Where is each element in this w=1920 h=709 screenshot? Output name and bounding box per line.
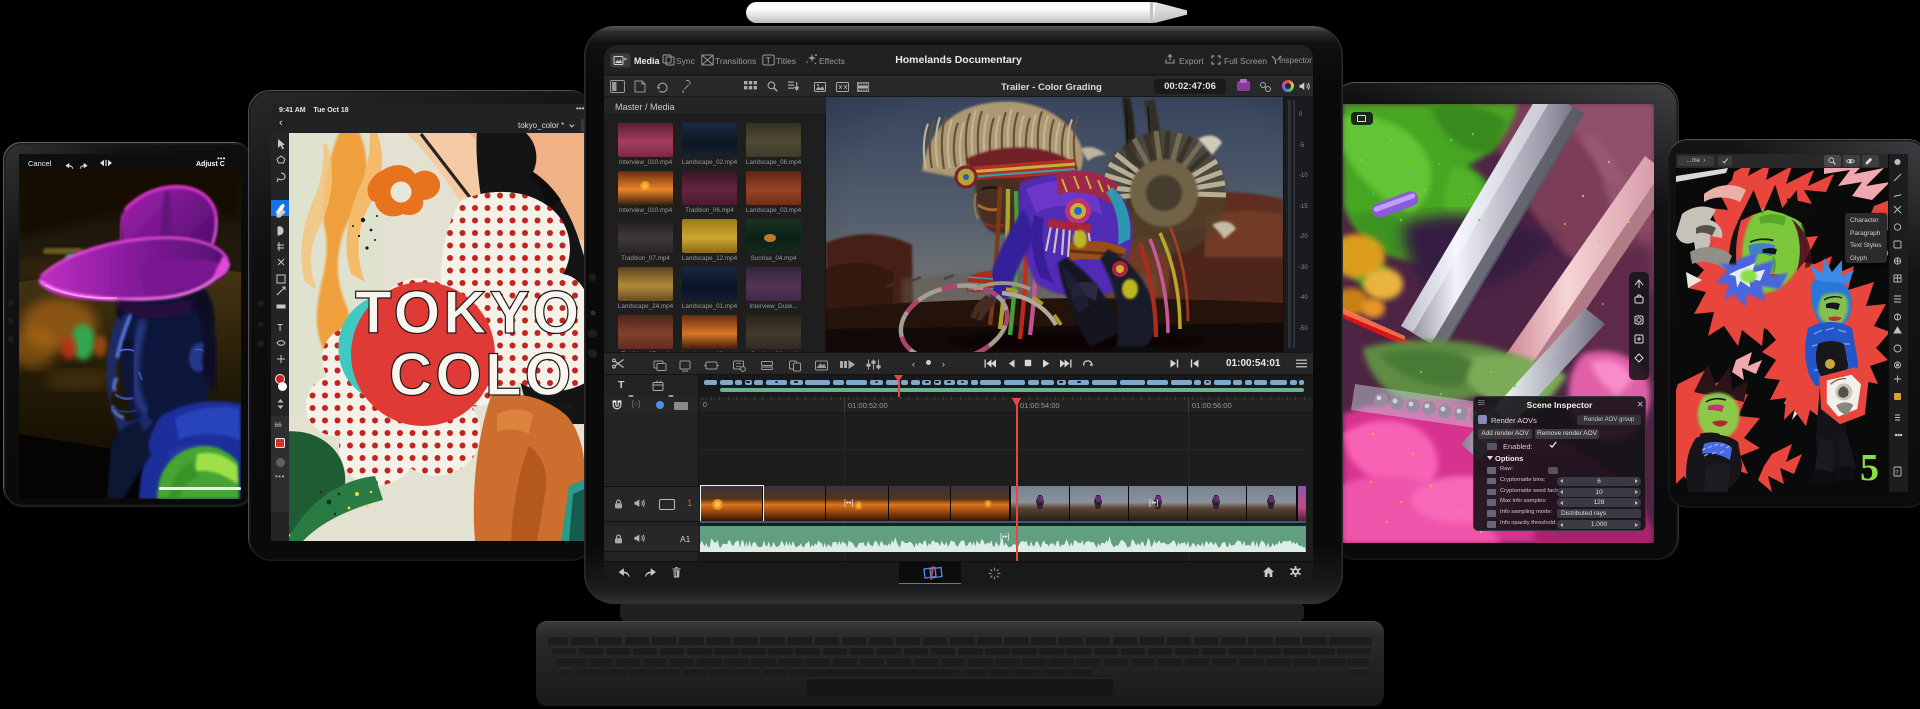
svg-text:5: 5 <box>1860 447 1879 489</box>
svg-text:COLO: COLO <box>389 341 574 408</box>
svg-text:TM: TM <box>559 403 571 412</box>
svg-text:T: T <box>277 323 283 334</box>
svg-text:TOKYO: TOKYO <box>355 279 582 346</box>
